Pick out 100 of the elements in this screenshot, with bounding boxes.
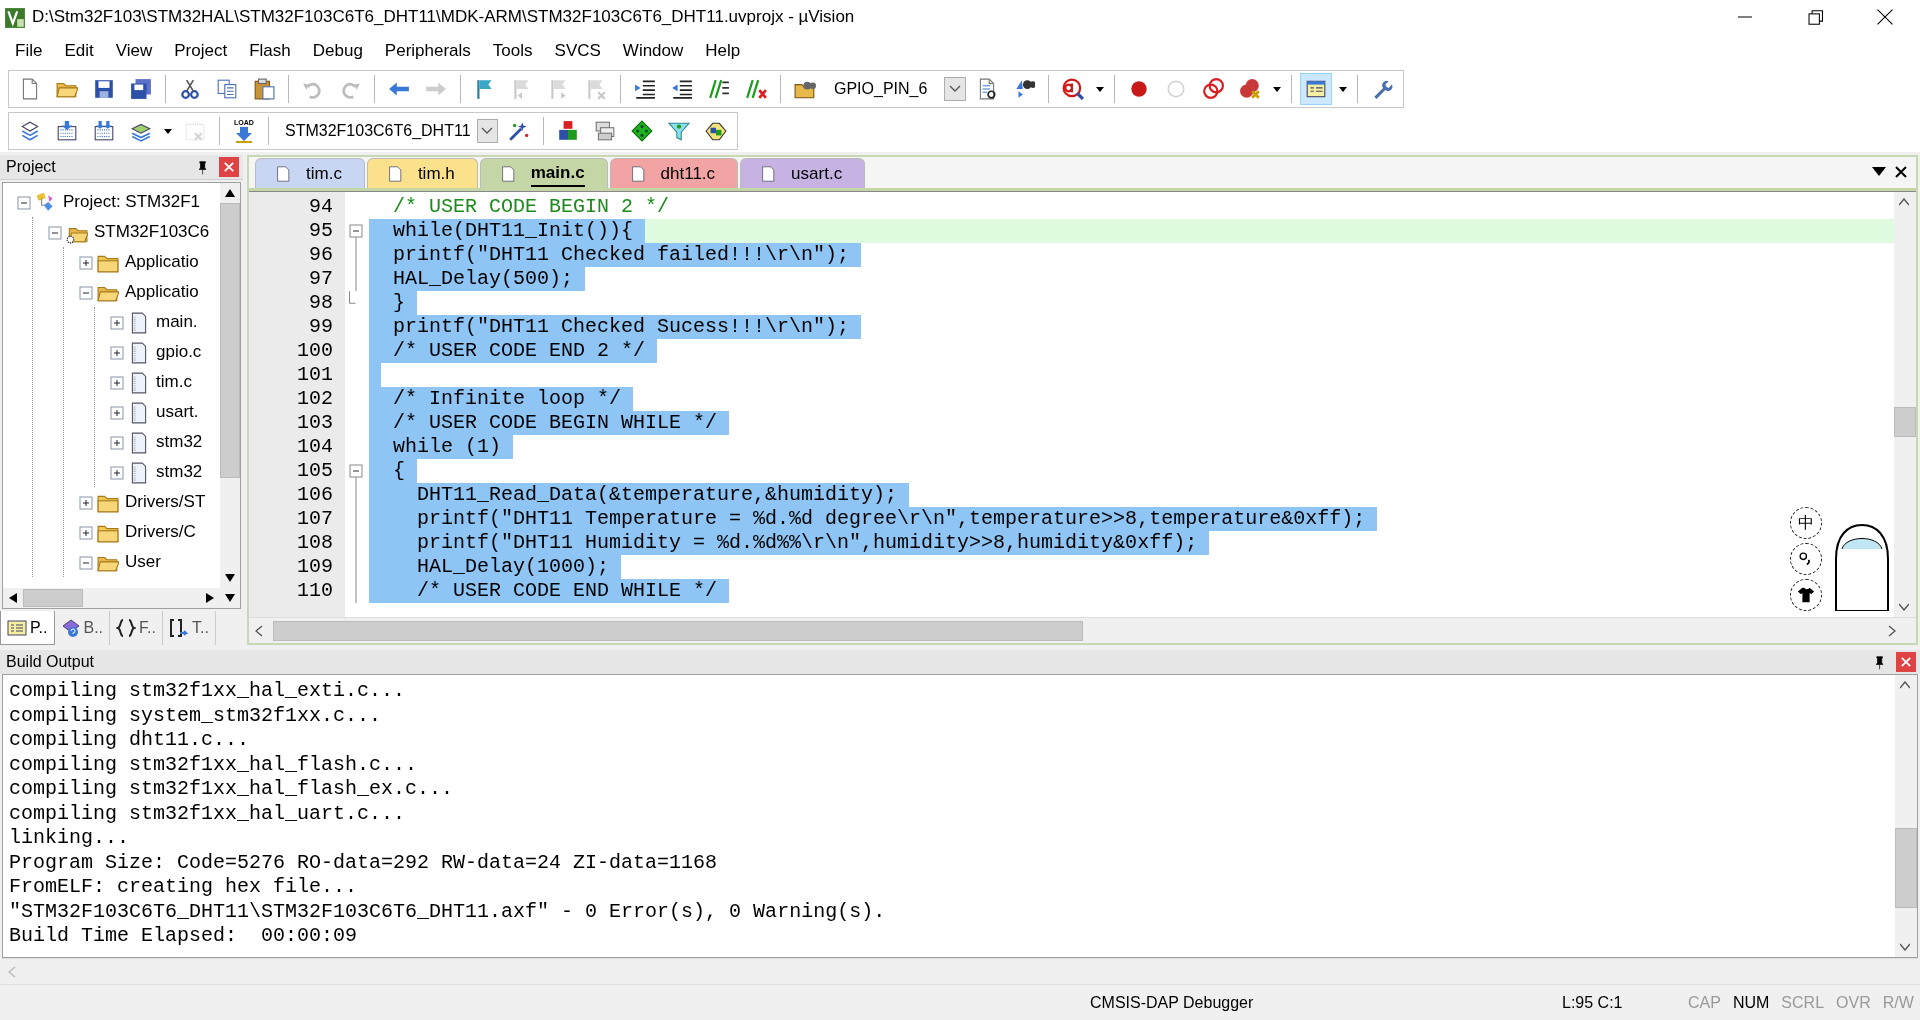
scrollbar-thumb[interactable] [1895,827,1917,908]
tree-item[interactable]: Drivers/ST [123,489,208,515]
collapse-icon[interactable] [48,225,62,240]
file-icon [500,163,517,184]
left-arrow-icon [9,593,17,603]
menu-item[interactable]: Flash [238,35,302,67]
panel-tab[interactable]: T.. [162,611,216,645]
expand-icon[interactable] [79,255,93,270]
punctuation-button[interactable] [1790,543,1822,575]
close-icon [223,161,235,173]
panel-title: Build Output [6,652,96,672]
tree-item[interactable]: stm32 [154,459,205,485]
caret-icon [1339,86,1347,92]
collapse-icon[interactable] [17,195,31,210]
panel-tab[interactable]: P.. [0,611,55,645]
file-tab[interactable]: usart.c [740,158,866,188]
app-icon [4,6,26,29]
scrollbar-thumb[interactable] [23,589,83,607]
output-line: compiling stm32f1xx_hal_flash.c... [9,752,419,777]
menu-item[interactable]: Debug [301,35,374,67]
line-number: 98 [308,291,334,315]
expand-icon[interactable] [110,345,124,360]
caret-icon [164,128,172,134]
tree-item[interactable]: usart. [154,399,201,425]
expand-icon[interactable] [79,525,93,540]
menu-item[interactable]: View [104,35,164,67]
flag-icon [585,78,607,100]
uncomment-icon [745,78,767,100]
skin-button[interactable] [1790,579,1822,611]
unindent-icon [671,78,693,100]
tree-item[interactable]: main. [154,309,200,335]
down-arrow-icon [225,574,235,582]
scrollbar-thumb[interactable] [1894,407,1916,438]
copy-icon [216,78,238,100]
output-line: compiling system_stm32f1xx.c... [9,703,383,728]
tree-item[interactable]: Applicatio [123,279,201,305]
expand-icon[interactable] [110,405,124,420]
line-number: 99 [308,315,334,339]
tree-item[interactable]: Applicatio [123,249,201,275]
expand-icon[interactable] [110,465,124,480]
tree-item[interactable]: User [123,549,163,575]
file-tab[interactable]: tim.c [255,158,365,188]
collapse-icon[interactable] [79,555,93,570]
tree-item[interactable]: Project: STM32F1 [61,189,202,215]
menu-item[interactable]: SVCS [543,35,612,67]
file-icon [276,163,292,184]
expand-icon[interactable] [110,375,124,390]
expand-icon[interactable] [79,495,93,510]
packs-icon [705,120,727,142]
line-number: 108 [296,531,334,555]
scrollbar-thumb[interactable] [273,620,1083,641]
output-line: linking... [9,826,131,851]
tree-item[interactable]: tim.c [154,369,194,395]
tree-item[interactable]: Drivers/C [123,519,198,545]
panel-tab[interactable]: B.. [54,611,111,645]
menu-item[interactable]: Peripherals [373,35,482,67]
build-icon [56,120,78,142]
input-mode-button[interactable]: 中 [1790,507,1822,539]
menu-item[interactable]: File [4,35,54,67]
output-line: compiling stm32f1xx_hal_exti.c... [9,679,407,704]
collapse-icon[interactable] [79,285,93,300]
line-number: 104 [296,435,334,459]
output-line: Program Size: Code=5276 RO-data=292 RW-data=24 ZI-data=1168 [9,850,719,875]
expand-icon[interactable] [110,435,124,450]
tree-item[interactable]: gpio.c [154,339,204,365]
output-line: compiling stm32f1xx_hal_uart.c... [9,801,407,826]
chevron-down-icon [949,85,961,93]
tree-item[interactable]: STM32F103C6 [92,219,212,245]
file-tab[interactable]: main.c [479,158,608,188]
scrollbar-thumb[interactable] [220,203,240,478]
rebuild-icon [93,120,115,142]
panel-tab[interactable]: F.. [110,611,163,645]
menu-item[interactable]: Help [694,35,752,67]
expand-icon[interactable] [110,315,124,330]
menu-item[interactable]: Project [163,35,239,67]
clipboard-icon [253,78,275,100]
menu-item[interactable]: Tools [481,35,544,67]
menu-item[interactable]: Edit [53,35,105,67]
file-tab[interactable]: tim.h [366,158,478,188]
close-button[interactable] [1896,652,1916,672]
line-number: 102 [296,387,334,411]
line-number: 106 [296,483,334,507]
file-tab[interactable]: dht11.c [609,158,739,188]
tree-item[interactable]: stm32 [154,429,205,455]
restore-icon [1807,9,1823,25]
output-line: FromELF: creating hex file... [9,875,359,900]
save-icon [93,78,115,100]
template-icon [168,618,189,638]
line-number: 109 [296,555,334,579]
key-indicator: NUM [1731,992,1771,1013]
line-number: 105 [296,459,334,483]
caret-icon [1096,86,1104,92]
close-button[interactable] [219,157,239,177]
menu-item[interactable]: Window [611,35,695,67]
key-indicator: SCRL [1780,992,1826,1013]
windows-icon [594,120,616,142]
key-indicator: OVR [1835,992,1872,1013]
chevron-down-icon [481,127,494,135]
circle-icon [1165,78,1187,100]
diamond-icon [631,120,653,142]
